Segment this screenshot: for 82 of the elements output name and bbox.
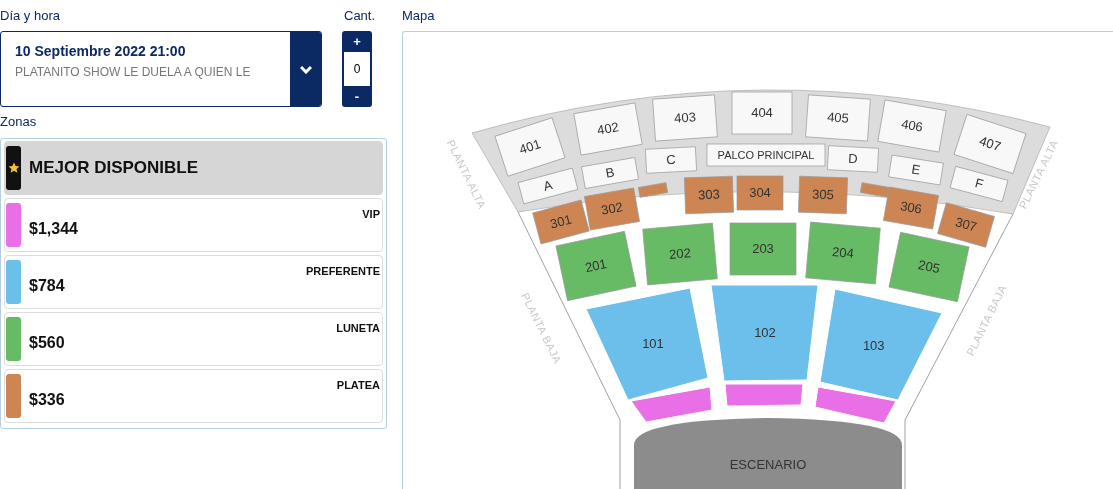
section-label: F — [973, 175, 985, 192]
zone-option[interactable]: $560 LUNETA — [4, 312, 383, 366]
section-label: 401 — [517, 136, 543, 157]
zone-name: LUNETA — [336, 321, 380, 336]
seat-section[interactable]: 305 — [798, 175, 848, 215]
seat-section[interactable]: 301 — [532, 199, 590, 245]
seat-section[interactable]: B — [581, 157, 639, 189]
seat-section[interactable]: 201 — [555, 231, 637, 302]
seat-section[interactable]: 101 — [585, 287, 709, 401]
seat-section[interactable]: 307 — [937, 202, 995, 248]
zones-label: Zonas — [0, 112, 37, 131]
zone-title: MEJOR DISPONIBLE — [29, 157, 199, 180]
section-label: 303 — [697, 186, 721, 203]
seat-section[interactable]: E — [888, 154, 944, 186]
section-label: 201 — [583, 255, 609, 276]
section-label: 301 — [548, 211, 574, 232]
seat-section[interactable]: 302 — [584, 187, 640, 231]
section-label: 406 — [900, 116, 925, 135]
stage-label: ESCENARIO — [729, 457, 807, 472]
section-label: 102 — [754, 324, 776, 340]
chevron-down-icon[interactable] — [299, 64, 312, 74]
zone-price: $784 — [29, 276, 65, 293]
section-label: 402 — [595, 119, 620, 138]
zone-option[interactable]: $336 PLATEA — [4, 369, 383, 423]
section-label: E — [910, 161, 922, 178]
seat-section[interactable]: 401 — [494, 117, 566, 177]
zone-price: $336 — [29, 390, 65, 407]
section-label: PALCO PRINCIPAL — [717, 149, 815, 161]
zone-option[interactable]: $1,344 VIP — [4, 198, 383, 252]
seat-section[interactable]: 204 — [805, 221, 881, 285]
section-label: 101 — [642, 335, 664, 351]
section-label: 305 — [811, 186, 835, 203]
increment-button[interactable]: + — [342, 31, 372, 52]
section-label: A — [541, 177, 554, 194]
seat-section[interactable]: 102 — [710, 284, 819, 382]
section-label: 407 — [977, 133, 1003, 154]
seat-section[interactable]: 405 — [805, 94, 871, 142]
decrement-button[interactable]: - — [342, 86, 372, 107]
zone-price: $1,344 — [29, 219, 78, 236]
star-icon — [7, 162, 20, 174]
seat-section[interactable]: 403 — [652, 94, 718, 142]
section-label: C — [665, 151, 677, 168]
section-label: B — [604, 164, 616, 181]
section-label: 405 — [826, 109, 850, 126]
seat-section[interactable]: 404 — [731, 91, 793, 135]
seat-section[interactable]: 304 — [736, 175, 784, 211]
date-dropdown[interactable]: 10 Septiembre 2022 21:00 PLATANITO SHOW LE DUELA A QUIEN LE — [0, 31, 322, 107]
zone-name: VIP — [362, 207, 380, 222]
section-label: 202 — [668, 245, 692, 262]
seat-section[interactable] — [638, 182, 668, 198]
zone-option[interactable]: MEJOR DISPONIBLE — [4, 141, 383, 195]
date-value: 10 Septiembre 2022 21:00 — [15, 42, 186, 61]
section-label: 203 — [752, 241, 774, 256]
section-label: 307 — [953, 214, 979, 235]
date-label: Día y hora — [0, 6, 61, 25]
section-label: 404 — [751, 105, 773, 120]
seat-section[interactable]: PALCO PRINCIPAL — [706, 143, 826, 167]
seat-section[interactable]: 306 — [883, 186, 939, 230]
quantity-label: Cant. — [344, 6, 376, 25]
section-label: 306 — [899, 198, 924, 217]
section-label: 103 — [862, 338, 885, 353]
zone-name: PLATEA — [336, 378, 380, 393]
event-name: PLATANITO SHOW LE DUELA A QUIEN LE — [15, 64, 251, 81]
seat-section[interactable]: 303 — [684, 175, 734, 215]
seat-section[interactable] — [860, 182, 890, 198]
seat-section[interactable]: 202 — [642, 222, 718, 286]
section-label: 205 — [916, 256, 942, 277]
zone-name: PREFERENTE — [306, 264, 380, 279]
section-label: 302 — [599, 199, 624, 218]
map-label: Mapa — [402, 6, 435, 25]
zone-price: $560 — [29, 333, 65, 350]
seat-section[interactable]: 205 — [888, 232, 970, 303]
seat-section[interactable]: F — [949, 166, 1009, 202]
section-label: 204 — [831, 244, 855, 261]
seat-section[interactable]: 203 — [729, 222, 797, 276]
section-label: 403 — [673, 109, 697, 126]
quantity-field[interactable]: 0 — [344, 52, 370, 86]
zone-option[interactable]: $784 PREFERENTE — [4, 255, 383, 309]
section-label: D — [847, 150, 859, 167]
section-label: 304 — [749, 185, 771, 200]
seat-section[interactable]: 103 — [819, 288, 943, 401]
seat-section[interactable]: A — [517, 167, 579, 205]
